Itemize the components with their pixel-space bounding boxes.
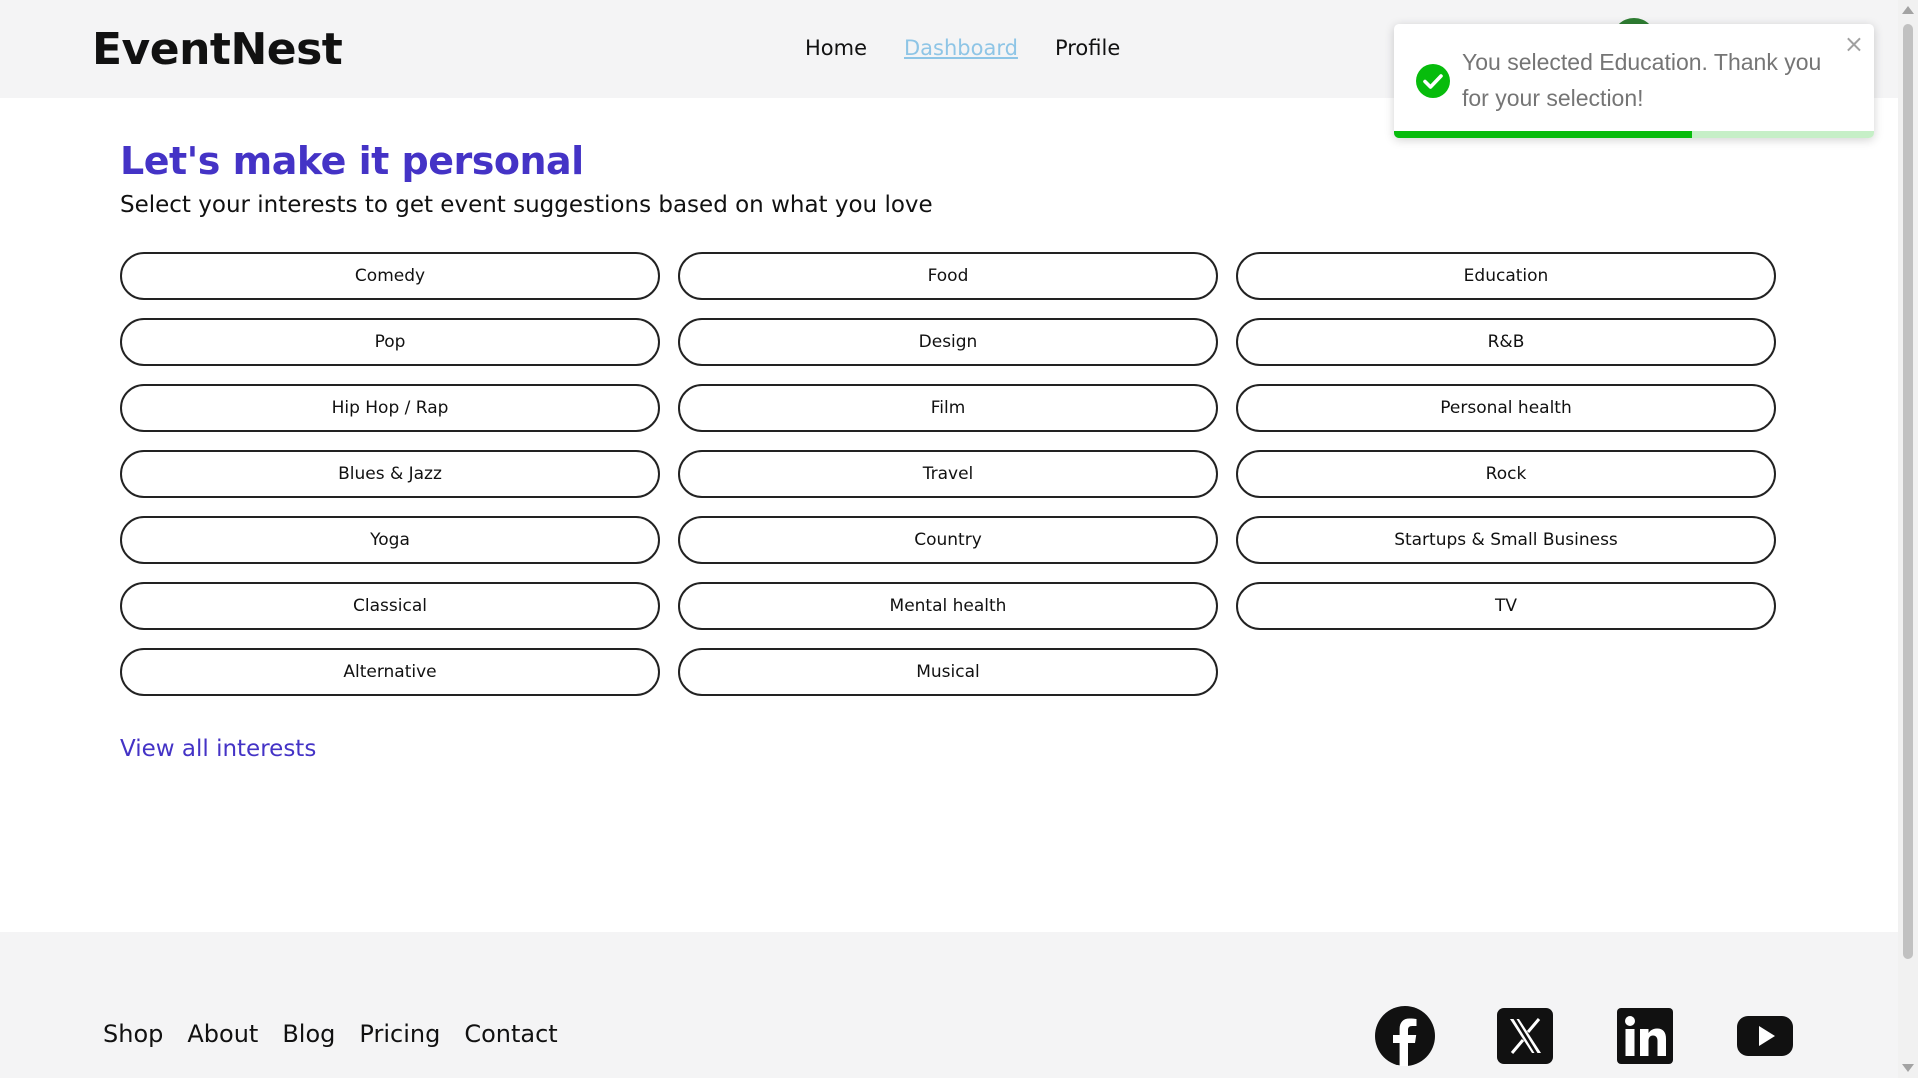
interest-chip-rnb[interactable]: R&B <box>1236 318 1776 366</box>
interests-grid: Comedy Food Education Pop Design R&B Hip… <box>120 252 1780 696</box>
nav-home-link[interactable]: Home <box>805 36 867 60</box>
interest-chip-hip-hop-rap[interactable]: Hip Hop / Rap <box>120 384 660 432</box>
youtube-icon[interactable] <box>1735 1006 1795 1066</box>
page-subtitle: Select your interests to get event sugge… <box>120 192 933 218</box>
scroll-down-arrow-icon[interactable] <box>1902 1064 1914 1072</box>
main-nav: Home Dashboard Profile <box>805 36 1120 60</box>
footer-link-about[interactable]: About <box>187 1020 258 1048</box>
footer-link-blog[interactable]: Blog <box>282 1020 335 1048</box>
nav-dashboard-link[interactable]: Dashboard <box>904 36 1018 60</box>
interest-chip-film[interactable]: Film <box>678 384 1218 432</box>
footer-link-shop[interactable]: Shop <box>103 1020 163 1048</box>
interest-chip-food[interactable]: Food <box>678 252 1218 300</box>
x-icon[interactable] <box>1495 1006 1555 1066</box>
facebook-icon[interactable] <box>1375 1006 1435 1066</box>
interest-chip-mental-health[interactable]: Mental health <box>678 582 1218 630</box>
footer-link-pricing[interactable]: Pricing <box>359 1020 440 1048</box>
interest-chip-tv[interactable]: TV <box>1236 582 1776 630</box>
toast-progress-track <box>1394 131 1874 138</box>
check-icon <box>1416 64 1450 98</box>
interest-chip-yoga[interactable]: Yoga <box>120 516 660 564</box>
interest-chip-design[interactable]: Design <box>678 318 1218 366</box>
nav-profile-link[interactable]: Profile <box>1055 36 1120 60</box>
interest-chip-blues-jazz[interactable]: Blues & Jazz <box>120 450 660 498</box>
interest-chip-rock[interactable]: Rock <box>1236 450 1776 498</box>
scrollbar-thumb[interactable] <box>1903 24 1913 959</box>
page-title: Let's make it personal <box>120 139 584 183</box>
interest-chip-alternative[interactable]: Alternative <box>120 648 660 696</box>
interest-chip-country[interactable]: Country <box>678 516 1218 564</box>
footer-links: Shop About Blog Pricing Contact <box>103 1020 558 1048</box>
success-toast: You selected Education. Thank you for yo… <box>1394 24 1874 138</box>
page-scrollbar[interactable] <box>1898 0 1918 1078</box>
interest-chip-education[interactable]: Education <box>1236 252 1776 300</box>
logo[interactable]: EventNest <box>92 24 343 75</box>
toast-progress-bar <box>1394 131 1692 138</box>
footer-link-contact[interactable]: Contact <box>464 1020 557 1048</box>
scroll-up-arrow-icon[interactable] <box>1902 6 1914 14</box>
toast-message: You selected Education. Thank you for yo… <box>1462 49 1822 111</box>
interest-chip-travel[interactable]: Travel <box>678 450 1218 498</box>
social-links <box>1375 1006 1795 1066</box>
view-all-interests-link[interactable]: View all interests <box>120 736 316 762</box>
interest-chip-classical[interactable]: Classical <box>120 582 660 630</box>
interest-chip-pop[interactable]: Pop <box>120 318 660 366</box>
interests-section: Let's make it personal Select your inter… <box>120 138 1780 762</box>
interest-chip-musical[interactable]: Musical <box>678 648 1218 696</box>
interest-chip-comedy[interactable]: Comedy <box>120 252 660 300</box>
interest-chip-startups-small-business[interactable]: Startups & Small Business <box>1236 516 1776 564</box>
interest-chip-personal-health[interactable]: Personal health <box>1236 384 1776 432</box>
site-footer: Shop About Blog Pricing Contact <box>0 932 1898 1078</box>
linkedin-icon[interactable] <box>1615 1006 1675 1066</box>
close-icon[interactable]: × <box>1844 30 1864 58</box>
